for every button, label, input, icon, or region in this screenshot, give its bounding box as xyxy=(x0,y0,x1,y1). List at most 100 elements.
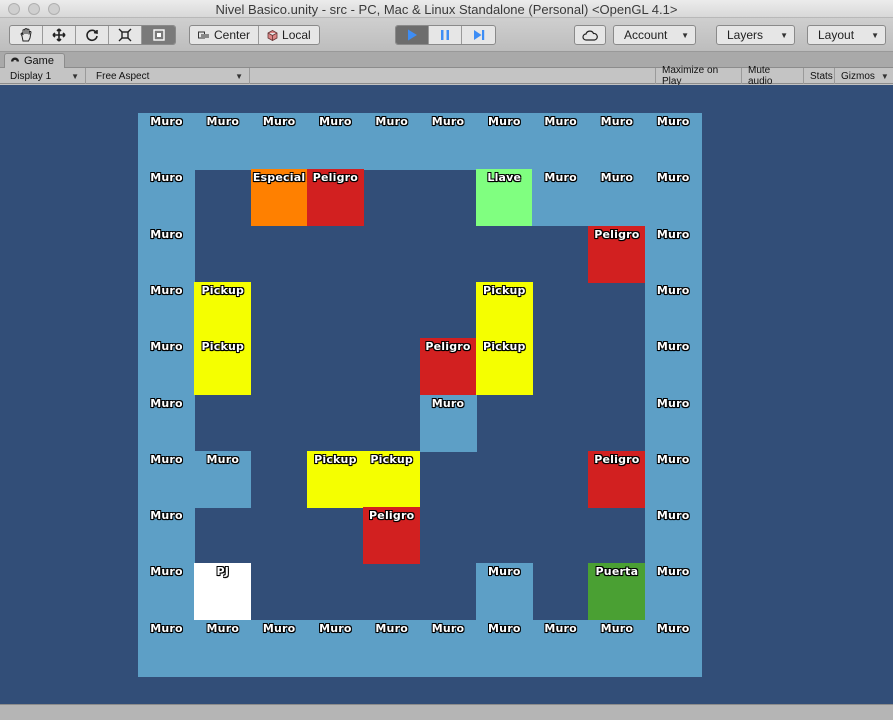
main-toolbar: Center Local Account ▼ Layers ▼ Layout ▼ xyxy=(0,18,893,52)
tile-label: Muro xyxy=(206,115,240,128)
pause-icon xyxy=(441,30,449,40)
tile-label: Pickup xyxy=(201,283,245,297)
hand-icon xyxy=(20,28,32,42)
tile-peligro: Peligro xyxy=(419,338,477,396)
tile-muro: Muro xyxy=(419,394,477,452)
pivot-center-icon xyxy=(198,31,209,39)
tile-label: Muro xyxy=(656,452,690,466)
aspect-dropdown[interactable]: Free Aspect ▼ xyxy=(90,68,250,84)
tile-pickup: Pickup xyxy=(475,338,533,396)
tile-label: Pickup xyxy=(483,283,526,297)
tile-label: Muro xyxy=(319,621,352,635)
move-tool-button[interactable] xyxy=(43,26,76,44)
cloud-services-button[interactable] xyxy=(574,25,606,45)
tile-muro: Muro xyxy=(644,450,702,508)
tile-label: Muro xyxy=(488,115,521,128)
step-button[interactable] xyxy=(462,26,495,44)
tile-pickup: Pickup xyxy=(475,281,533,339)
mute-audio-label: Mute audio xyxy=(748,65,773,87)
tile-label: Muro xyxy=(319,115,352,128)
tile-muro: Muro xyxy=(588,113,646,170)
tile-label: Peligro xyxy=(312,171,359,185)
tab-game-label: Game xyxy=(24,55,54,67)
layers-dropdown[interactable]: Layers ▼ xyxy=(716,25,795,45)
step-icon xyxy=(473,30,484,40)
tile-label: Muro xyxy=(544,621,577,635)
chevron-down-icon: ▼ xyxy=(871,30,879,40)
mute-audio-toggle[interactable]: Mute audio xyxy=(742,65,804,87)
tile-label: Muro xyxy=(150,396,183,410)
local-cube-icon xyxy=(267,29,278,41)
tile-puerta: Puerta xyxy=(588,563,646,621)
tile-muro: Muro xyxy=(588,169,646,227)
tile-muro: Muro xyxy=(138,225,195,283)
tile-label: Muro xyxy=(206,621,240,635)
tile-muro: Muro xyxy=(138,113,195,170)
tile-label: Muro xyxy=(544,171,577,185)
rect-tool-icon xyxy=(152,29,165,41)
pause-button[interactable] xyxy=(429,26,462,44)
tile-pickup: Pickup xyxy=(194,281,252,339)
tile-label: Muro xyxy=(150,340,183,354)
tile-muro: Muro xyxy=(644,394,702,452)
move-icon xyxy=(52,28,66,42)
tile-label: Muro xyxy=(656,340,690,354)
tile-peligro: Peligro xyxy=(588,225,646,283)
rotate-tool-button[interactable] xyxy=(76,26,109,44)
tile-muro: Muro xyxy=(306,619,364,677)
tile-label: Muro xyxy=(656,227,690,241)
scale-tool-button[interactable] xyxy=(109,26,142,44)
chevron-down-icon: ▼ xyxy=(780,30,788,40)
play-button[interactable] xyxy=(396,26,429,44)
game-view-toolbar: Display 1 ▼ Free Aspect ▼ Maximize on Play… xyxy=(0,65,893,87)
pivot-mode-button[interactable]: Center xyxy=(190,26,260,44)
tile-pj: PJ xyxy=(194,563,252,621)
pivot-toggles: Center Local xyxy=(189,25,320,45)
pivot-rotation-button[interactable]: Local xyxy=(259,26,319,44)
tile-muro: Muro xyxy=(644,225,702,283)
maximize-on-play-toggle[interactable]: Maximize on Play xyxy=(655,65,742,87)
tile-pickup: Pickup xyxy=(363,450,421,508)
tile-label: Muro xyxy=(600,621,634,635)
tile-muro: Muro xyxy=(475,619,533,677)
tile-label: Muro xyxy=(150,509,183,523)
tile-label: Muro xyxy=(488,565,521,579)
chevron-down-icon: ▼ xyxy=(880,71,889,81)
tile-pickup: Pickup xyxy=(306,450,364,508)
tile-label: Muro xyxy=(656,283,690,297)
tile-label: PJ xyxy=(216,565,230,579)
maximize-on-play-label: Maximize on Play xyxy=(662,65,719,87)
tile-muro: Muro xyxy=(363,113,421,170)
stats-toggle[interactable]: Stats xyxy=(804,68,835,84)
tile-llave: Llave xyxy=(475,169,533,227)
display-dropdown[interactable]: Display 1 ▼ xyxy=(4,68,86,84)
tile-label: Muro xyxy=(262,115,296,128)
tile-muro: Muro xyxy=(138,563,195,621)
tile-label: Muro xyxy=(488,621,521,635)
tile-label: Llave xyxy=(487,171,522,185)
layout-dropdown[interactable]: Layout ▼ xyxy=(807,25,886,45)
account-dropdown[interactable]: Account ▼ xyxy=(613,25,696,45)
rect-tool-button[interactable] xyxy=(142,26,175,44)
tile-muro: Muro xyxy=(138,281,195,339)
tab-game[interactable]: Game xyxy=(4,53,65,68)
tile-label: Muro xyxy=(150,115,183,128)
game-view[interactable]: Muro Muro Muro Muro Muro Muro Muro Muro Muro Muro… xyxy=(0,85,893,704)
tile-muro: Muro xyxy=(419,619,477,677)
tile-muro: Muro xyxy=(194,450,252,508)
tile-muro: Muro xyxy=(644,338,702,396)
cloud-icon xyxy=(582,30,598,41)
tile-label: Pickup xyxy=(370,452,413,466)
hand-tool-button[interactable] xyxy=(10,26,43,44)
tile-peligro: Peligro xyxy=(588,450,646,508)
tile-muro: Muro xyxy=(419,113,477,170)
tile-muro: Muro xyxy=(306,113,364,170)
game-board: Muro Muro Muro Muro Muro Muro Muro Muro Muro Muro… xyxy=(138,113,702,677)
gizmos-label: Gizmos xyxy=(841,70,875,82)
tile-muro: Muro xyxy=(194,113,252,170)
tile-label: Muro xyxy=(206,452,240,466)
chevron-down-icon: ▼ xyxy=(71,71,79,81)
tile-muro: Muro xyxy=(138,169,195,227)
tile-especial: Especial xyxy=(250,169,308,227)
gizmos-dropdown[interactable]: Gizmos ▼ xyxy=(835,68,893,84)
